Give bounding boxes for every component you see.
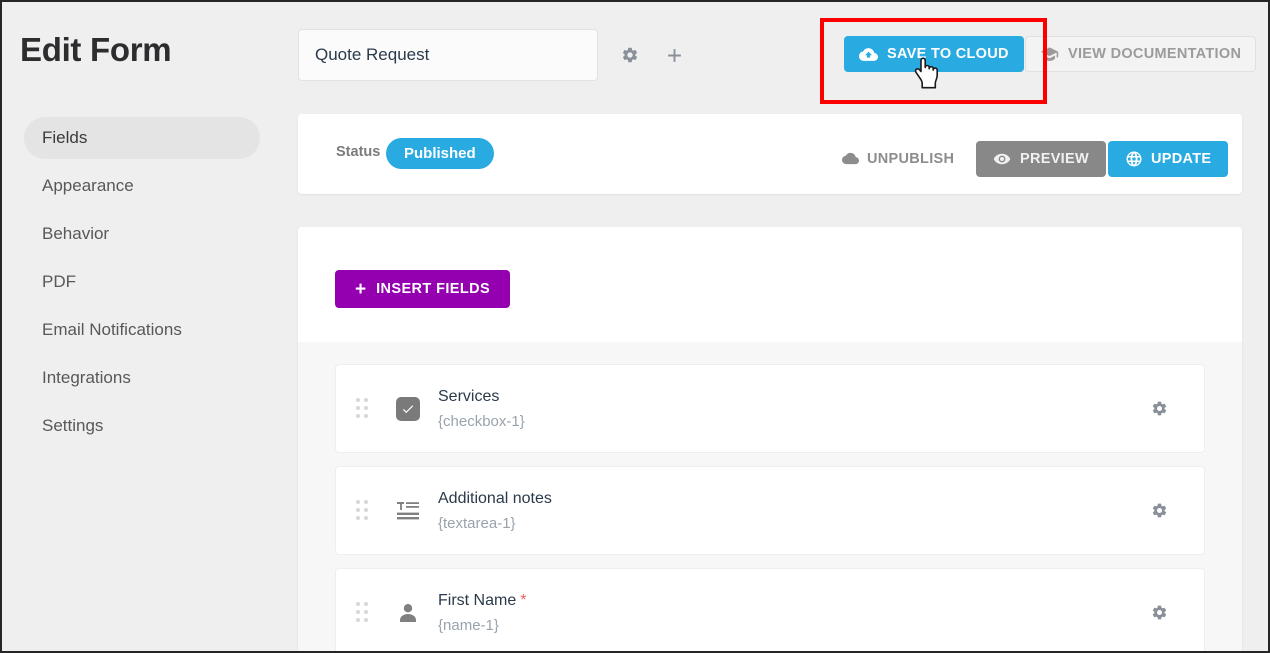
sidebar-item-label: Settings xyxy=(42,416,103,436)
form-builder-card: + INSERT FIELDS Services {checkbox-1} Addi… xyxy=(298,227,1242,653)
sidebar-item-pdf[interactable]: PDF xyxy=(24,261,260,303)
sidebar-item-email-notifications[interactable]: Email Notifications xyxy=(24,309,260,351)
cloud-upload-icon xyxy=(859,45,878,64)
field-key: {textarea-1} xyxy=(438,515,552,532)
sidebar: Fields Appearance Behavior PDF Email Notific… xyxy=(2,105,282,653)
field-key: {checkbox-1} xyxy=(438,413,525,430)
sidebar-item-label: Behavior xyxy=(42,224,109,244)
form-name-input[interactable] xyxy=(298,29,598,81)
graduation-cap-icon xyxy=(1040,45,1059,64)
field-info: Additional notes {textarea-1} xyxy=(438,489,552,533)
unpublish-label: UNPUBLISH xyxy=(867,151,954,167)
save-to-cloud-button[interactable]: SAVE TO CLOUD xyxy=(844,36,1024,72)
status-label: Status xyxy=(336,144,380,160)
sidebar-item-label: Fields xyxy=(42,128,87,148)
sidebar-item-label: PDF xyxy=(42,272,76,292)
drag-handle-icon[interactable] xyxy=(356,602,378,624)
cloud-icon xyxy=(842,150,859,167)
app-window: Edit Form /* placeholder also bound belo… xyxy=(0,0,1270,653)
user-icon xyxy=(396,601,420,625)
field-row[interactable]: First Name* {name-1} xyxy=(335,568,1205,653)
add-form-plus-icon[interactable] xyxy=(661,42,687,68)
sidebar-item-appearance[interactable]: Appearance xyxy=(24,165,260,207)
field-label: Services xyxy=(438,388,499,405)
update-button[interactable]: UPDATE xyxy=(1108,141,1228,177)
field-settings-gear-icon[interactable] xyxy=(1148,398,1170,420)
field-label: First Name* xyxy=(438,592,526,609)
preview-button[interactable]: PREVIEW xyxy=(976,141,1106,177)
sidebar-item-label: Appearance xyxy=(42,176,134,196)
status-badge[interactable]: Published xyxy=(386,138,494,169)
insert-fields-label: INSERT FIELDS xyxy=(376,281,490,297)
unpublish-button[interactable]: UNPUBLISH xyxy=(842,150,954,167)
drag-handle-icon[interactable] xyxy=(356,500,378,522)
field-info: Services {checkbox-1} xyxy=(438,387,525,431)
view-documentation-label: VIEW DOCUMENTATION xyxy=(1068,46,1241,62)
sidebar-nav-list: Fields Appearance Behavior PDF Email Notific… xyxy=(2,105,282,447)
form-fields-list: Services {checkbox-1} Additional notes {tex… xyxy=(298,342,1242,653)
sidebar-item-settings[interactable]: Settings xyxy=(24,405,260,447)
drag-handle-icon[interactable] xyxy=(356,398,378,420)
field-settings-gear-icon[interactable] xyxy=(1148,602,1170,624)
main-content: Status Published UNPUBLISH PREVIEW UPDAT… xyxy=(282,105,1268,653)
sidebar-item-fields[interactable]: Fields xyxy=(24,117,260,159)
sidebar-item-behavior[interactable]: Behavior xyxy=(24,213,260,255)
textarea-icon xyxy=(396,499,420,523)
field-settings-gear-icon[interactable] xyxy=(1148,500,1170,522)
status-card: Status Published UNPUBLISH PREVIEW UPDAT… xyxy=(298,114,1242,194)
field-label-text: First Name xyxy=(438,592,516,609)
field-label-text: Services xyxy=(438,388,499,405)
checkbox-icon xyxy=(396,397,420,421)
field-key: {name-1} xyxy=(438,617,526,634)
sidebar-item-label: Email Notifications xyxy=(42,320,182,340)
field-info: First Name* {name-1} xyxy=(438,591,526,635)
insert-fields-plus-icon: + xyxy=(355,280,366,299)
globe-icon xyxy=(1125,150,1143,168)
insert-fields-button[interactable]: + INSERT FIELDS xyxy=(335,270,510,308)
preview-label: PREVIEW xyxy=(1020,151,1089,167)
field-row[interactable]: Additional notes {textarea-1} xyxy=(335,466,1205,555)
view-documentation-button[interactable]: VIEW DOCUMENTATION xyxy=(1025,36,1256,72)
header-bar: Edit Form /* placeholder also bound belo… xyxy=(2,2,1268,105)
eye-icon xyxy=(993,150,1011,168)
required-asterisk: * xyxy=(520,592,526,609)
field-label-text: Additional notes xyxy=(438,490,552,507)
update-label: UPDATE xyxy=(1151,151,1211,167)
sidebar-item-label: Integrations xyxy=(42,368,131,388)
field-label: Additional notes xyxy=(438,490,552,507)
field-row[interactable]: Services {checkbox-1} xyxy=(335,364,1205,453)
form-settings-gear-icon[interactable] xyxy=(617,42,643,68)
save-to-cloud-label: SAVE TO CLOUD xyxy=(887,46,1009,62)
page-title: Edit Form xyxy=(20,31,171,69)
sidebar-item-integrations[interactable]: Integrations xyxy=(24,357,260,399)
